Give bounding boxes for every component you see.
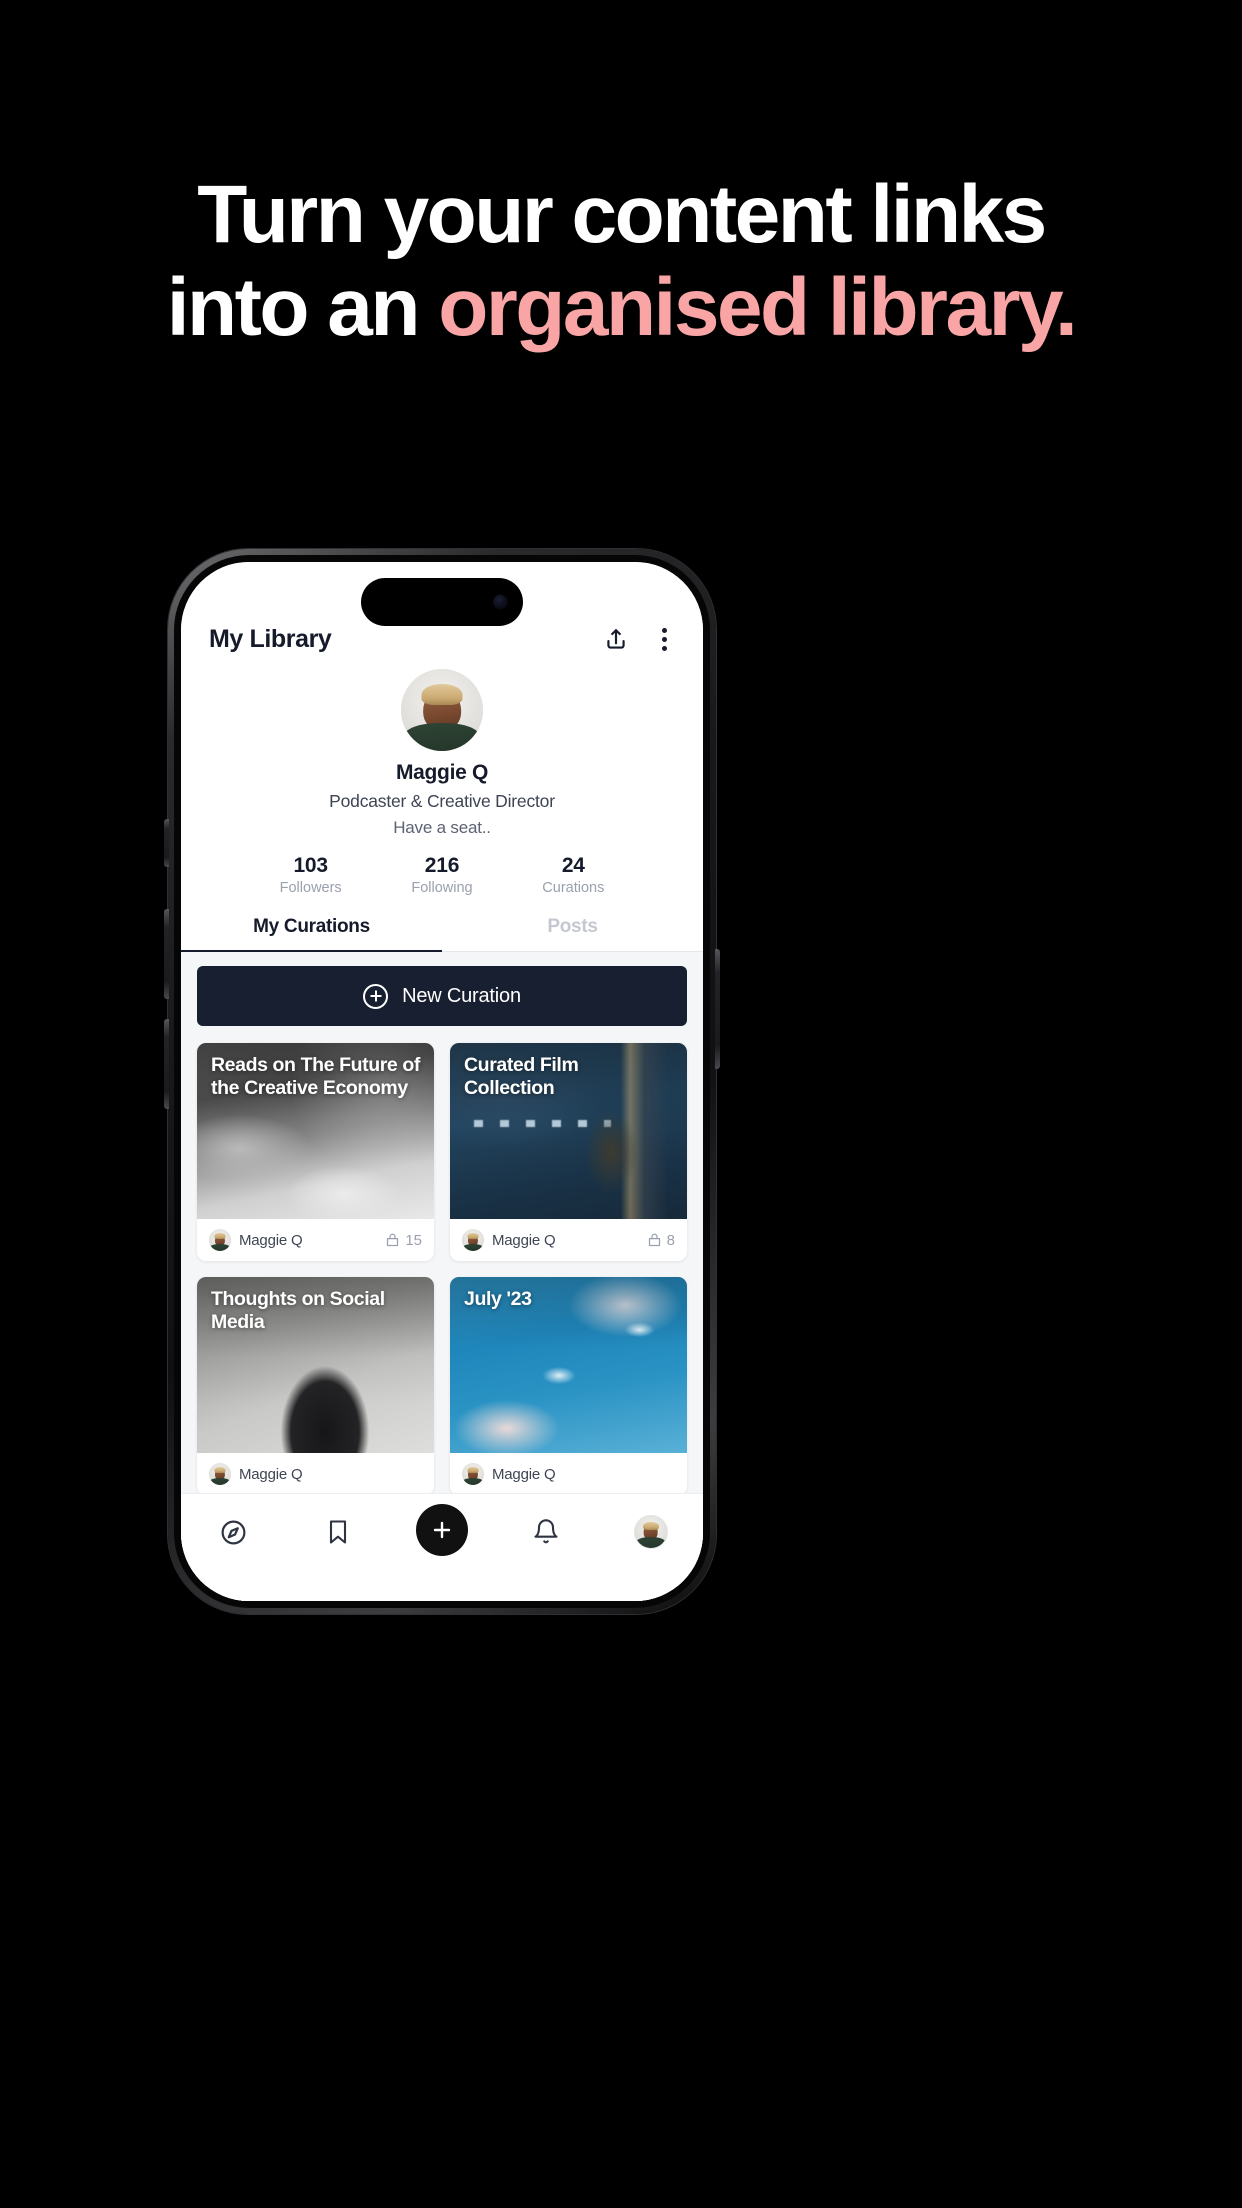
avatar bbox=[209, 1229, 231, 1251]
front-camera-icon bbox=[493, 594, 508, 610]
profile-role: Podcaster & Creative Director bbox=[329, 791, 555, 811]
page-title: My Library bbox=[209, 625, 332, 653]
stat-following[interactable]: 216 Following bbox=[376, 854, 507, 896]
phone-screen: My Library Maggie Q Podcaster & Creative… bbox=[181, 562, 703, 1601]
mute-switch-button[interactable] bbox=[164, 819, 169, 867]
card-title: Reads on The Future of the Creative Econ… bbox=[211, 1054, 420, 1100]
stat-followers[interactable]: 103 Followers bbox=[245, 854, 376, 896]
card-footer: Maggie Q bbox=[450, 1453, 687, 1495]
profile-tabs: My Curations Posts bbox=[181, 916, 703, 953]
compass-explore-icon bbox=[221, 1520, 246, 1544]
share-upload-icon[interactable] bbox=[603, 627, 629, 653]
curation-card[interactable]: Thoughts on Social Media Maggie Q bbox=[197, 1277, 434, 1495]
card-count-value: 8 bbox=[666, 1231, 675, 1249]
card-title: July '23 bbox=[464, 1288, 532, 1310]
card-footer: Maggie Q 8 bbox=[450, 1219, 687, 1261]
card-author-name: Maggie Q bbox=[239, 1465, 303, 1483]
card-author: Maggie Q bbox=[462, 1229, 556, 1251]
marketing-headline: Turn your content links into an organise… bbox=[0, 168, 1242, 355]
avatar bbox=[462, 1463, 484, 1485]
stat-value: 103 bbox=[293, 854, 328, 877]
new-curation-label: New Curation bbox=[402, 984, 521, 1007]
profile-avatar-icon bbox=[633, 1515, 668, 1549]
profile-avatar[interactable] bbox=[401, 669, 483, 751]
avatar bbox=[209, 1463, 231, 1485]
card-cover: July '23 bbox=[450, 1277, 687, 1453]
card-author-name: Maggie Q bbox=[239, 1231, 303, 1249]
stat-value: 24 bbox=[561, 854, 585, 877]
stack-icon bbox=[648, 1233, 660, 1246]
tab-posts[interactable]: Posts bbox=[442, 916, 703, 951]
card-author-name: Maggie Q bbox=[492, 1465, 556, 1483]
card-item-count: 8 bbox=[647, 1232, 675, 1249]
avatar bbox=[462, 1229, 484, 1251]
volume-up-button[interactable] bbox=[164, 909, 169, 999]
card-author: Maggie Q bbox=[209, 1463, 303, 1485]
stat-label: Curations bbox=[542, 880, 605, 896]
card-title: Thoughts on Social Media bbox=[211, 1288, 385, 1334]
stat-value: 216 bbox=[424, 854, 460, 877]
card-footer: Maggie Q 15 bbox=[197, 1219, 434, 1261]
curation-card-grid: Reads on The Future of the Creative Econ… bbox=[197, 1043, 687, 1495]
curation-card[interactable]: Reads on The Future of the Creative Econ… bbox=[197, 1043, 434, 1261]
profile-section: Maggie Q Podcaster & Creative Director H… bbox=[181, 661, 703, 896]
card-item-count: 15 bbox=[385, 1232, 422, 1249]
stat-label: Following bbox=[411, 880, 473, 896]
stat-label: Followers bbox=[279, 880, 342, 896]
card-author-name: Maggie Q bbox=[492, 1231, 556, 1249]
profile-bio: Have a seat.. bbox=[393, 818, 491, 837]
nav-bookmarks-button[interactable] bbox=[309, 1510, 367, 1554]
card-count-value: 15 bbox=[405, 1231, 422, 1249]
headline-line-2: into an organised library. bbox=[0, 261, 1242, 354]
card-author: Maggie Q bbox=[209, 1229, 303, 1251]
kebab-menu-icon[interactable] bbox=[654, 624, 675, 655]
stack-icon bbox=[387, 1233, 399, 1246]
card-cover: Curated Film Collection bbox=[450, 1043, 687, 1219]
card-title: Curated Film Collection bbox=[464, 1054, 579, 1100]
nav-create-button[interactable] bbox=[413, 1504, 471, 1556]
card-cover: Thoughts on Social Media bbox=[197, 1277, 434, 1453]
app-container: My Library Maggie Q Podcaster & Creative… bbox=[181, 562, 703, 1601]
new-curation-button[interactable]: New Curation bbox=[197, 966, 687, 1026]
headline-line-2-plain: into an bbox=[166, 262, 439, 354]
nav-profile-button[interactable] bbox=[622, 1510, 680, 1554]
curation-card[interactable]: July '23 Maggie Q bbox=[450, 1277, 687, 1495]
card-author: Maggie Q bbox=[462, 1463, 556, 1485]
stat-curations[interactable]: 24 Curations bbox=[508, 854, 639, 896]
card-footer: Maggie Q bbox=[197, 1453, 434, 1495]
tab-my-curations[interactable]: My Curations bbox=[181, 916, 442, 953]
curation-card[interactable]: Curated Film Collection Maggie Q 8 bbox=[450, 1043, 687, 1261]
headline-line-2-accent: organised library. bbox=[438, 262, 1078, 354]
phone-device-frame: My Library Maggie Q Podcaster & Creative… bbox=[164, 549, 720, 1614]
nav-explore-button[interactable] bbox=[204, 1510, 262, 1554]
volume-down-button[interactable] bbox=[164, 1019, 169, 1109]
dynamic-island bbox=[361, 578, 523, 626]
bookmark-icon bbox=[329, 1520, 346, 1544]
bottom-navigation-bar bbox=[181, 1493, 703, 1601]
headline-line-1: Turn your content links bbox=[197, 169, 1047, 260]
plus-circle-icon bbox=[363, 983, 389, 1009]
plus-fab-icon[interactable] bbox=[415, 1504, 468, 1556]
profile-stats: 103 Followers 216 Following 24 Curations bbox=[201, 854, 683, 896]
power-button[interactable] bbox=[715, 949, 720, 1069]
profile-name: Maggie Q bbox=[395, 761, 489, 784]
card-cover: Reads on The Future of the Creative Econ… bbox=[197, 1043, 434, 1219]
phone-bezel: My Library Maggie Q Podcaster & Creative… bbox=[174, 555, 710, 1608]
bell-notifications-icon bbox=[534, 1519, 558, 1544]
nav-notifications-button[interactable] bbox=[517, 1510, 575, 1554]
header-actions bbox=[603, 624, 675, 655]
